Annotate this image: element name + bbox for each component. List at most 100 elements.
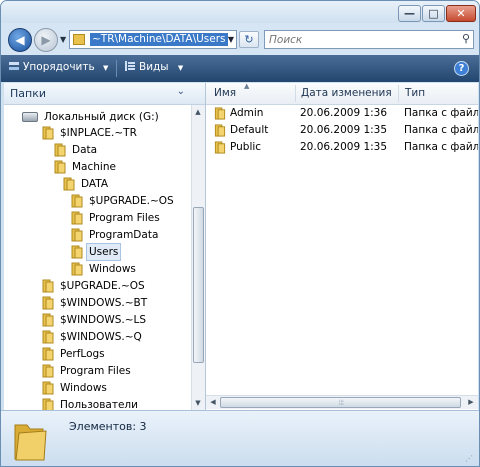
search-icon[interactable]: ⚲ xyxy=(462,32,470,45)
scroll-down-icon[interactable]: ▼ xyxy=(192,397,204,409)
folder-icon xyxy=(71,228,83,242)
minimize-button[interactable]: — xyxy=(398,5,421,22)
explorer-window: — □ ✕ ◀ ▶ ▼ ~TR\Machine\DATA\Users ▼ ↻ ⚲… xyxy=(0,0,480,467)
tree-item-label: Windows xyxy=(89,263,136,275)
folder-icon xyxy=(42,296,54,310)
folder-icon xyxy=(71,211,83,225)
folders-header[interactable]: Папки ⌄ xyxy=(4,83,205,105)
search-input[interactable] xyxy=(269,32,449,47)
folder-icon xyxy=(42,398,54,410)
details-pane: Элементов: 3 ⋰ xyxy=(1,410,479,466)
file-list-pane: ▲ Имя Дата изменения Тип Admin 20.06.200… xyxy=(206,83,478,410)
refresh-icon: ↻ xyxy=(244,33,254,46)
address-path[interactable]: ~TR\Machine\DATA\Users xyxy=(90,33,228,46)
file-date: 20.06.2009 1:35 xyxy=(300,124,388,136)
scroll-up-icon[interactable]: ▲ xyxy=(192,106,204,118)
tree-item-label: DATA xyxy=(81,178,109,190)
folder-icon xyxy=(71,262,83,276)
grip-icon: ⦙⦙⦙ xyxy=(339,399,344,407)
views-icon xyxy=(125,61,135,71)
folder-icon xyxy=(71,194,83,208)
folder-icon xyxy=(63,177,75,191)
folder-icon xyxy=(42,279,54,293)
scrollbar-thumb[interactable] xyxy=(193,207,204,363)
address-row: ◀ ▶ ▼ ~TR\Machine\DATA\Users ▼ ↻ ⚲ xyxy=(1,23,479,55)
sort-ascending-icon: ▲ xyxy=(244,83,250,90)
resize-grip-icon[interactable]: ⋰ xyxy=(465,454,473,463)
item-count: Элементов: 3 xyxy=(69,420,147,433)
help-icon: ? xyxy=(458,63,465,74)
tree-item-label: $UPGRADE.~OS xyxy=(60,280,145,292)
back-arrow-icon: ◀ xyxy=(15,33,25,47)
file-row[interactable]: Public 20.06.2009 1:35 Папка с файлами xyxy=(206,139,478,156)
column-headers: ▲ Имя Дата изменения Тип xyxy=(206,83,478,105)
command-bar: Упорядочить ▼ Виды ▼ ? xyxy=(1,55,479,82)
folder-icon xyxy=(214,107,226,120)
column-divider[interactable] xyxy=(398,85,399,102)
folder-icon xyxy=(42,347,54,361)
refresh-button[interactable]: ↻ xyxy=(239,31,259,48)
organize-menu-button[interactable]: Упорядочить ▼ xyxy=(9,61,108,73)
organize-label: Упорядочить xyxy=(23,61,95,73)
column-header-date[interactable]: Дата изменения xyxy=(301,87,392,99)
views-label: Виды xyxy=(139,61,169,73)
collapse-chevron-icon[interactable]: ⌄ xyxy=(177,86,185,97)
file-name: Admin xyxy=(230,107,264,119)
forward-button[interactable]: ▶ xyxy=(34,28,58,52)
organize-icon xyxy=(9,62,19,70)
search-box[interactable]: ⚲ xyxy=(264,30,474,49)
minimize-icon: — xyxy=(404,7,415,20)
tree-item-label: Program Files xyxy=(89,212,160,224)
views-dropdown-icon: ▼ xyxy=(177,64,184,72)
navigation-pane: Папки ⌄ Локальный диск (G:) $INPLACE.~TR… xyxy=(4,83,206,410)
folder-icon xyxy=(54,160,66,174)
file-name: Default xyxy=(230,124,269,136)
column-header-name[interactable]: Имя xyxy=(214,87,236,99)
folder-icon xyxy=(54,143,66,157)
close-button[interactable]: ✕ xyxy=(446,5,476,22)
address-dropdown-icon[interactable]: ▼ xyxy=(228,35,234,44)
tree-item-label: PerfLogs xyxy=(60,348,105,360)
back-button[interactable]: ◀ xyxy=(8,28,32,52)
toolbar-divider xyxy=(116,60,117,77)
tree-item-label: ProgramData xyxy=(89,229,159,241)
file-list-horizontal-scrollbar[interactable]: ◀ ⦙⦙⦙ ▶ xyxy=(206,395,478,409)
tree-item-label: $WINDOWS.~BT xyxy=(60,297,148,309)
large-folder-icon xyxy=(14,424,47,461)
tree-vertical-scrollbar[interactable]: ▲ ▼ xyxy=(191,105,205,410)
folder-icon xyxy=(214,141,226,154)
maximize-icon: □ xyxy=(428,7,439,20)
tree-item-label: Windows xyxy=(60,382,107,394)
tree-item-label: $INPLACE.~TR xyxy=(60,127,137,139)
file-row[interactable]: Default 20.06.2009 1:35 Папка с файлами xyxy=(206,122,478,139)
folder-icon xyxy=(42,313,54,327)
views-menu-button[interactable]: Виды ▼ xyxy=(125,61,183,73)
help-button[interactable]: ? xyxy=(454,61,469,76)
file-type: Папка с файлами xyxy=(404,107,478,119)
file-date: 20.06.2009 1:35 xyxy=(300,141,388,153)
column-header-type[interactable]: Тип xyxy=(405,87,425,99)
folder-icon xyxy=(73,34,85,45)
folder-icon xyxy=(42,381,54,395)
file-row[interactable]: Admin 20.06.2009 1:36 Папка с файлами xyxy=(206,105,478,122)
tree-item-label: Users xyxy=(85,243,122,261)
file-type: Папка с файлами xyxy=(404,141,478,153)
scrollbar-thumb[interactable]: ⦙⦙⦙ xyxy=(220,397,461,408)
maximize-button[interactable]: □ xyxy=(422,5,445,22)
tree-item-label: Data xyxy=(72,144,98,156)
address-bar[interactable]: ~TR\Machine\DATA\Users ▼ xyxy=(69,30,237,49)
tree-item-label: Локальный диск (G:) xyxy=(44,111,159,123)
organize-dropdown-icon: ▼ xyxy=(103,64,109,72)
tree-item-label: $UPGRADE.~OS xyxy=(89,195,174,207)
recent-pages-dropdown[interactable]: ▼ xyxy=(60,35,66,44)
scroll-left-icon[interactable]: ◀ xyxy=(207,396,219,408)
file-date: 20.06.2009 1:36 xyxy=(300,107,388,119)
scroll-right-icon[interactable]: ▶ xyxy=(465,396,477,408)
column-divider[interactable] xyxy=(295,85,296,102)
tree-item-label: Program Files xyxy=(60,365,131,377)
folder-tree: Локальный диск (G:) $INPLACE.~TR Data Ma… xyxy=(4,105,190,410)
tree-item-label: $WINDOWS.~Q xyxy=(60,331,142,343)
folder-icon xyxy=(214,124,226,137)
tree-item-label: $WINDOWS.~LS xyxy=(60,314,147,326)
folder-icon xyxy=(42,364,54,378)
